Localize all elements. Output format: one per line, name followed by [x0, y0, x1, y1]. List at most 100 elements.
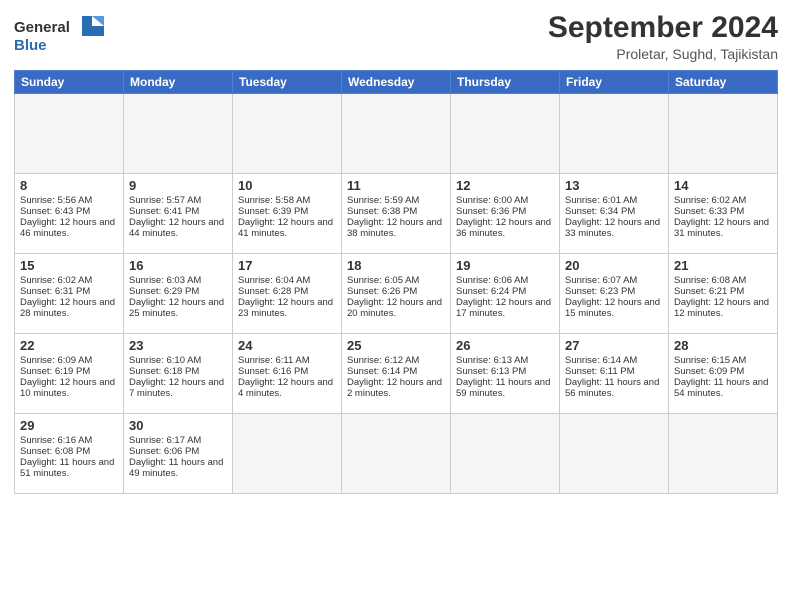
calendar-week-1 [15, 94, 778, 174]
weekday-header-thursday: Thursday [451, 71, 560, 94]
logo-text: General Blue [14, 14, 104, 61]
sunset: Sunset: 6:39 PM [238, 206, 308, 217]
daylight: Daylight: 11 hours and 51 minutes. [20, 457, 114, 479]
day-number: 14 [674, 178, 772, 193]
day-cell-10: 10Sunrise: 5:58 AMSunset: 6:39 PMDayligh… [233, 174, 342, 254]
day-number: 9 [129, 178, 227, 193]
daylight: Daylight: 12 hours and 44 minutes. [129, 217, 224, 239]
title-block: September 2024 Proletar, Sughd, Tajikist… [548, 10, 778, 62]
day-number: 18 [347, 258, 445, 273]
sunrise: Sunrise: 5:59 AM [347, 195, 419, 206]
daylight: Daylight: 12 hours and 10 minutes. [20, 377, 115, 399]
daylight: Daylight: 12 hours and 17 minutes. [456, 297, 551, 319]
calendar-week-5: 29Sunrise: 6:16 AMSunset: 6:08 PMDayligh… [15, 414, 778, 494]
empty-cell [451, 94, 560, 174]
day-cell-17: 17Sunrise: 6:04 AMSunset: 6:28 PMDayligh… [233, 254, 342, 334]
daylight: Daylight: 12 hours and 41 minutes. [238, 217, 333, 239]
sunset: Sunset: 6:28 PM [238, 286, 308, 297]
sunrise: Sunrise: 6:08 AM [674, 275, 746, 286]
empty-cell [233, 414, 342, 494]
day-number: 8 [20, 178, 118, 193]
sunset: Sunset: 6:18 PM [129, 366, 199, 377]
sunrise: Sunrise: 6:07 AM [565, 275, 637, 286]
weekday-header-saturday: Saturday [669, 71, 778, 94]
logo: General Blue [14, 14, 104, 61]
sunrise: Sunrise: 6:06 AM [456, 275, 528, 286]
day-number: 24 [238, 338, 336, 353]
empty-cell [451, 414, 560, 494]
day-cell-18: 18Sunrise: 6:05 AMSunset: 6:26 PMDayligh… [342, 254, 451, 334]
day-number: 30 [129, 418, 227, 433]
daylight: Daylight: 12 hours and 33 minutes. [565, 217, 660, 239]
day-number: 12 [456, 178, 554, 193]
sunrise: Sunrise: 6:11 AM [238, 355, 310, 366]
daylight: Daylight: 11 hours and 49 minutes. [129, 457, 223, 479]
sunset: Sunset: 6:16 PM [238, 366, 308, 377]
sunrise: Sunrise: 5:56 AM [20, 195, 92, 206]
empty-cell [560, 414, 669, 494]
day-number: 16 [129, 258, 227, 273]
day-cell-16: 16Sunrise: 6:03 AMSunset: 6:29 PMDayligh… [124, 254, 233, 334]
day-cell-22: 22Sunrise: 6:09 AMSunset: 6:19 PMDayligh… [15, 334, 124, 414]
daylight: Daylight: 12 hours and 12 minutes. [674, 297, 769, 319]
calendar-week-2: 8Sunrise: 5:56 AMSunset: 6:43 PMDaylight… [15, 174, 778, 254]
sunset: Sunset: 6:41 PM [129, 206, 199, 217]
empty-cell [124, 94, 233, 174]
sunrise: Sunrise: 6:03 AM [129, 275, 201, 286]
sunrise: Sunrise: 6:00 AM [456, 195, 528, 206]
sunset: Sunset: 6:06 PM [129, 446, 199, 457]
daylight: Daylight: 11 hours and 54 minutes. [674, 377, 768, 399]
day-cell-24: 24 Sunrise: 6:11 AMSunset: 6:16 PMDayligh… [233, 334, 342, 414]
empty-cell [669, 94, 778, 174]
daylight: Daylight: 12 hours and 4 minutes. [238, 377, 333, 399]
daylight: Daylight: 12 hours and 2 minutes. [347, 377, 442, 399]
daylight: Daylight: 12 hours and 23 minutes. [238, 297, 333, 319]
sunrise: Sunrise: 6:14 AM [565, 355, 637, 366]
sunset: Sunset: 6:34 PM [565, 206, 635, 217]
sunrise: Sunrise: 6:12 AM [347, 355, 419, 366]
day-number: 25 [347, 338, 445, 353]
day-cell-11: 11Sunrise: 5:59 AMSunset: 6:38 PMDayligh… [342, 174, 451, 254]
calendar-table: SundayMondayTuesdayWednesdayThursdayFrid… [14, 70, 778, 494]
sunrise: Sunrise: 5:57 AM [129, 195, 201, 206]
empty-cell [342, 94, 451, 174]
daylight: Daylight: 12 hours and 38 minutes. [347, 217, 442, 239]
day-number: 23 [129, 338, 227, 353]
weekday-header-wednesday: Wednesday [342, 71, 451, 94]
daylight: Daylight: 11 hours and 59 minutes. [456, 377, 550, 399]
sunset: Sunset: 6:23 PM [565, 286, 635, 297]
day-cell-21: 21Sunrise: 6:08 AMSunset: 6:21 PMDayligh… [669, 254, 778, 334]
day-cell-8: 8 Sunrise: 5:56 AMSunset: 6:43 PMDaylight… [15, 174, 124, 254]
daylight: Daylight: 12 hours and 7 minutes. [129, 377, 224, 399]
day-number: 27 [565, 338, 663, 353]
sunrise: Sunrise: 6:17 AM [129, 435, 201, 446]
sunset: Sunset: 6:13 PM [456, 366, 526, 377]
weekday-header-sunday: Sunday [15, 71, 124, 94]
sunset: Sunset: 6:26 PM [347, 286, 417, 297]
empty-cell [233, 94, 342, 174]
day-cell-19: 19Sunrise: 6:06 AMSunset: 6:24 PMDayligh… [451, 254, 560, 334]
daylight: Daylight: 12 hours and 36 minutes. [456, 217, 551, 239]
day-number: 22 [20, 338, 118, 353]
day-cell-30: 30 Sunrise: 6:17 AMSunset: 6:06 PMDayligh… [124, 414, 233, 494]
sunset: Sunset: 6:43 PM [20, 206, 90, 217]
sunset: Sunset: 6:38 PM [347, 206, 417, 217]
empty-cell [15, 94, 124, 174]
empty-cell [560, 94, 669, 174]
sunrise: Sunrise: 6:05 AM [347, 275, 419, 286]
svg-text:Blue: Blue [14, 37, 47, 54]
day-cell-12: 12Sunrise: 6:00 AMSunset: 6:36 PMDayligh… [451, 174, 560, 254]
day-number: 15 [20, 258, 118, 273]
location: Proletar, Sughd, Tajikistan [548, 46, 778, 62]
daylight: Daylight: 11 hours and 56 minutes. [565, 377, 659, 399]
sunrise: Sunrise: 6:01 AM [565, 195, 637, 206]
sunrise: Sunrise: 6:02 AM [20, 275, 92, 286]
sunrise: Sunrise: 6:10 AM [129, 355, 201, 366]
sunset: Sunset: 6:11 PM [565, 366, 635, 377]
page-container: General Blue September 2024 Proletar, Su… [0, 0, 792, 612]
month-year: September 2024 [548, 10, 778, 46]
daylight: Daylight: 12 hours and 25 minutes. [129, 297, 224, 319]
day-number: 20 [565, 258, 663, 273]
daylight: Daylight: 12 hours and 46 minutes. [20, 217, 115, 239]
day-number: 13 [565, 178, 663, 193]
